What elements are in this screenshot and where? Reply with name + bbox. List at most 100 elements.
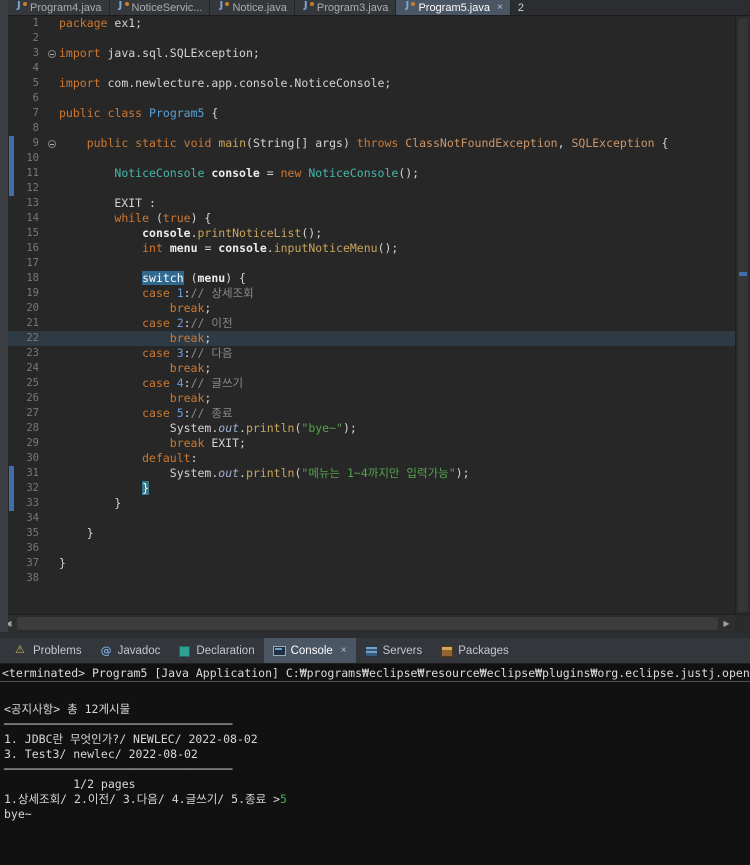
code-line: 30 default: bbox=[8, 451, 735, 466]
console-output[interactable]: <공지사항> 총 12게시물 ──────────────────────────… bbox=[0, 682, 750, 865]
overview-ruler-mark[interactable] bbox=[739, 272, 747, 276]
vertical-scrollbar[interactable] bbox=[735, 16, 750, 614]
quick-diff-marker bbox=[8, 106, 17, 121]
view-tab[interactable]: Packages bbox=[431, 638, 518, 663]
fold-column bbox=[44, 181, 59, 196]
view-tab[interactable]: Servers bbox=[356, 638, 432, 663]
code-line: 16 int menu = console.inputNoticeMenu(); bbox=[8, 241, 735, 256]
fold-column bbox=[44, 406, 59, 421]
code-line: 2 bbox=[8, 31, 735, 46]
code-token: SQLException bbox=[571, 136, 655, 150]
line-number: 5 bbox=[32, 77, 39, 89]
hidden-editors-count[interactable]: 2 bbox=[518, 2, 524, 14]
code-token: } bbox=[59, 526, 94, 540]
quick-diff-marker bbox=[8, 496, 17, 511]
line-number: 15 bbox=[26, 227, 39, 239]
code-token: . bbox=[266, 241, 274, 255]
line-number: 18 bbox=[26, 272, 39, 284]
code-line: 20 break; bbox=[8, 301, 735, 316]
quick-diff-marker bbox=[8, 256, 17, 271]
quick-diff-marker bbox=[8, 511, 17, 526]
console-line: <공지사항> 총 12게시물 bbox=[4, 702, 750, 717]
line-number: 1 bbox=[32, 17, 39, 29]
quick-diff-marker bbox=[8, 451, 17, 466]
code-token: // 종료 bbox=[190, 406, 233, 420]
scrollbar-track[interactable] bbox=[17, 615, 718, 632]
code-token: ex1; bbox=[107, 16, 143, 30]
console-text: 3. Test3/ newlec/ 2022-08-02 bbox=[4, 747, 198, 761]
code-token: break bbox=[169, 436, 205, 450]
scrollbar-thumb[interactable] bbox=[17, 617, 718, 630]
line-number: 35 bbox=[26, 527, 39, 539]
editor-tab[interactable]: Program3.java bbox=[294, 0, 397, 15]
scroll-right-arrow-icon[interactable]: ▶ bbox=[718, 615, 735, 632]
code-token: . bbox=[239, 421, 246, 435]
code-token: 4 bbox=[176, 376, 184, 390]
code-token: ) { bbox=[225, 271, 246, 285]
console-text: 5 bbox=[280, 792, 287, 806]
close-tab-icon[interactable]: × bbox=[497, 2, 503, 13]
line-number: 32 bbox=[26, 482, 39, 494]
quick-diff-marker bbox=[8, 376, 17, 391]
code-token: break bbox=[169, 361, 205, 375]
code-editor[interactable]: 1 package ex1; 2 3 import java.sql.SQLExcept… bbox=[0, 16, 750, 614]
code-token: inputNoticeMenu bbox=[273, 241, 378, 255]
code-token: out bbox=[218, 421, 240, 435]
line-number: 16 bbox=[26, 242, 39, 254]
console-line: ───────────────────────────────── bbox=[4, 717, 750, 732]
code-token: ); bbox=[455, 466, 470, 480]
line-number: 14 bbox=[26, 212, 39, 224]
fold-collapse-icon[interactable] bbox=[47, 49, 56, 58]
fold-column bbox=[44, 271, 59, 286]
editor-tab[interactable]: NoticeServic... bbox=[109, 0, 211, 15]
quick-diff-marker bbox=[8, 211, 17, 226]
code-text: break; bbox=[59, 331, 735, 346]
fold-column bbox=[44, 136, 59, 151]
quick-diff-marker bbox=[8, 91, 17, 106]
code-token: "메뉴는 1~4까지만 입력가능" bbox=[301, 466, 456, 480]
code-token: = bbox=[197, 241, 219, 255]
line-number: 34 bbox=[26, 512, 39, 524]
editor-tab-label: Notice.java bbox=[232, 1, 287, 14]
close-tab-icon[interactable]: × bbox=[341, 645, 347, 656]
code-token: System bbox=[59, 466, 212, 480]
code-text: case 4:// 글쓰기 bbox=[59, 376, 735, 391]
code-token: ; bbox=[204, 361, 212, 375]
view-tab[interactable]: Problems bbox=[6, 638, 91, 663]
quick-diff-marker bbox=[8, 331, 17, 346]
editor-tab[interactable]: Notice.java bbox=[210, 0, 295, 15]
line-number: 30 bbox=[26, 452, 39, 464]
view-tab[interactable]: Console × bbox=[263, 638, 356, 663]
line-number: 25 bbox=[26, 377, 39, 389]
fold-column bbox=[44, 196, 59, 211]
scrollbar-thumb[interactable] bbox=[738, 18, 748, 612]
line-number: 24 bbox=[26, 362, 39, 374]
code-token: break bbox=[169, 331, 205, 345]
editor-tab-label: Program5.java bbox=[418, 1, 490, 14]
code-token: package bbox=[59, 16, 108, 30]
fold-column bbox=[44, 76, 59, 91]
view-tab[interactable]: Declaration bbox=[169, 638, 263, 663]
quick-diff-marker bbox=[8, 151, 17, 166]
line-number: 8 bbox=[32, 122, 39, 134]
editor-tab[interactable]: Program4.java bbox=[8, 0, 110, 15]
code-token: println bbox=[245, 421, 295, 435]
view-tabs: Problems Javadoc Declaration Console × Server… bbox=[6, 638, 518, 663]
editor-tab[interactable]: Program5.java × bbox=[396, 0, 511, 15]
fold-collapse-icon[interactable] bbox=[47, 139, 56, 148]
view-tab[interactable]: Javadoc bbox=[91, 638, 170, 663]
horizontal-scrollbar[interactable]: ◀ ▶ bbox=[0, 614, 750, 632]
code-line: 38 bbox=[8, 571, 735, 586]
code-text: break; bbox=[59, 301, 735, 316]
code-token: 5 bbox=[176, 406, 184, 420]
code-token: } bbox=[142, 481, 150, 495]
